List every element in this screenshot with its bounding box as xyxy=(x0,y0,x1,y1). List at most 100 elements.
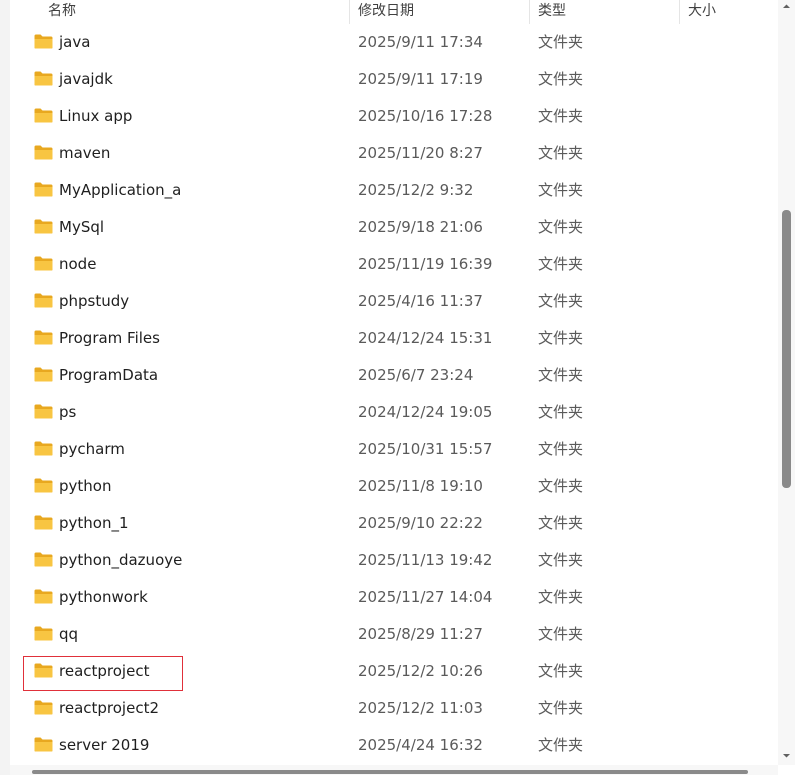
modified-date: 2025/6/7 23:24 xyxy=(358,366,474,384)
file-name[interactable]: qq xyxy=(59,616,78,653)
column-header-size[interactable]: 大小 xyxy=(688,0,716,24)
file-name[interactable]: pythonwork xyxy=(59,579,148,616)
file-name[interactable]: reactproject2 xyxy=(59,690,159,727)
file-name[interactable]: Linux app xyxy=(59,98,132,135)
file-name[interactable]: ps xyxy=(59,394,76,431)
file-name[interactable]: ProgramData xyxy=(59,357,158,394)
chevron-up-icon[interactable] xyxy=(782,2,791,11)
file-row[interactable]: pycharm 2025/10/31 15:57 文件夹 xyxy=(10,431,778,468)
file-name[interactable]: MyApplication_a xyxy=(59,172,181,209)
file-type: 文件夹 xyxy=(538,292,584,310)
vertical-scrollbar[interactable] xyxy=(778,0,795,765)
folder-icon xyxy=(34,700,53,715)
annotation-highlight-box xyxy=(23,656,183,691)
folder-icon xyxy=(34,552,53,567)
file-row[interactable]: python 2025/11/8 19:10 文件夹 xyxy=(10,468,778,505)
file-type: 文件夹 xyxy=(538,699,584,717)
column-header-name[interactable]: 名称 xyxy=(48,0,76,24)
folder-icon xyxy=(34,441,53,456)
file-type: 文件夹 xyxy=(538,70,584,88)
file-row[interactable]: python_dazuoye 2025/11/13 19:42 文件夹 xyxy=(10,542,778,579)
modified-date: 2025/11/19 16:39 xyxy=(358,255,493,273)
modified-date: 2024/12/24 19:05 xyxy=(358,403,493,421)
file-row[interactable]: maven 2025/11/20 8:27 文件夹 xyxy=(10,135,778,172)
file-row[interactable]: java 2025/9/11 17:34 文件夹 xyxy=(10,24,778,61)
file-name[interactable]: python_1 xyxy=(59,505,129,542)
folder-icon xyxy=(34,367,53,382)
file-type: 文件夹 xyxy=(538,329,584,347)
file-row[interactable]: Program Files 2024/12/24 15:31 文件夹 xyxy=(10,320,778,357)
file-row[interactable]: server 2019 2025/4/24 16:32 文件夹 xyxy=(10,727,778,764)
file-row[interactable]: ProgramData 2025/6/7 23:24 文件夹 xyxy=(10,357,778,394)
modified-date: 2025/9/10 22:22 xyxy=(358,514,483,532)
file-type: 文件夹 xyxy=(538,181,584,199)
file-row[interactable]: MySql 2025/9/18 21:06 文件夹 xyxy=(10,209,778,246)
modified-date: 2025/12/2 10:26 xyxy=(358,662,483,680)
modified-date: 2024/12/24 15:31 xyxy=(358,329,493,347)
file-name[interactable]: maven xyxy=(59,135,110,172)
modified-date: 2025/11/13 19:42 xyxy=(358,551,493,569)
file-row[interactable]: MyApplication_a 2025/12/2 9:32 文件夹 xyxy=(10,172,778,209)
file-name[interactable]: server 2019 xyxy=(59,727,149,764)
file-name[interactable]: pycharm xyxy=(59,431,125,468)
file-name[interactable]: java xyxy=(59,24,90,61)
file-type: 文件夹 xyxy=(538,403,584,421)
modified-date: 2025/9/11 17:34 xyxy=(358,33,483,51)
file-name[interactable]: javajdk xyxy=(59,61,113,98)
file-name[interactable]: phpstudy xyxy=(59,283,129,320)
file-type: 文件夹 xyxy=(538,33,584,51)
file-type: 文件夹 xyxy=(538,144,584,162)
modified-date: 2025/8/29 11:27 xyxy=(358,625,483,643)
file-name[interactable]: python xyxy=(59,468,111,505)
column-header-date[interactable]: 修改日期 xyxy=(358,0,414,24)
file-row[interactable]: pythonwork 2025/11/27 14:04 文件夹 xyxy=(10,579,778,616)
file-name[interactable]: Program Files xyxy=(59,320,160,357)
folder-icon xyxy=(34,626,53,641)
modified-date: 2025/12/2 9:32 xyxy=(358,181,474,199)
folder-icon xyxy=(34,256,53,271)
file-row[interactable]: Linux app 2025/10/16 17:28 文件夹 xyxy=(10,98,778,135)
left-gutter xyxy=(0,0,10,775)
column-divider[interactable] xyxy=(529,0,530,24)
horizontal-scroll-thumb[interactable] xyxy=(32,770,748,774)
file-row[interactable]: javajdk 2025/9/11 17:19 文件夹 xyxy=(10,61,778,98)
horizontal-scrollbar[interactable] xyxy=(10,765,778,775)
modified-date: 2025/9/18 21:06 xyxy=(358,218,483,236)
column-divider[interactable] xyxy=(679,0,680,24)
folder-icon xyxy=(34,293,53,308)
file-row[interactable]: python_1 2025/9/10 22:22 文件夹 xyxy=(10,505,778,542)
file-name[interactable]: node xyxy=(59,246,96,283)
file-type: 文件夹 xyxy=(538,514,584,532)
file-row[interactable]: ps 2024/12/24 19:05 文件夹 xyxy=(10,394,778,431)
file-explorer-window: 名称 修改日期 类型 大小 java 2025/9/11 17:34 文件夹 java… xyxy=(0,0,795,775)
modified-date: 2025/9/11 17:19 xyxy=(358,70,483,88)
file-type: 文件夹 xyxy=(538,218,584,236)
modified-date: 2025/12/2 11:03 xyxy=(358,699,483,717)
file-type: 文件夹 xyxy=(538,625,584,643)
file-type: 文件夹 xyxy=(538,366,584,384)
column-divider[interactable] xyxy=(349,0,350,24)
file-list: java 2025/9/11 17:34 文件夹 javajdk 2025/9/11 1… xyxy=(10,24,778,764)
file-type: 文件夹 xyxy=(538,440,584,458)
file-row[interactable]: qq 2025/8/29 11:27 文件夹 xyxy=(10,616,778,653)
folder-icon xyxy=(34,182,53,197)
modified-date: 2025/11/8 19:10 xyxy=(358,477,483,495)
file-name[interactable]: python_dazuoye xyxy=(59,542,182,579)
file-row[interactable]: reactproject2 2025/12/2 11:03 文件夹 xyxy=(10,690,778,727)
file-row[interactable]: phpstudy 2025/4/16 11:37 文件夹 xyxy=(10,283,778,320)
modified-date: 2025/10/16 17:28 xyxy=(358,107,493,125)
file-row[interactable]: node 2025/11/19 16:39 文件夹 xyxy=(10,246,778,283)
folder-icon xyxy=(34,737,53,752)
folder-icon xyxy=(34,219,53,234)
file-name[interactable]: MySql xyxy=(59,209,104,246)
folder-icon xyxy=(34,71,53,86)
modified-date: 2025/4/24 16:32 xyxy=(358,736,483,754)
file-type: 文件夹 xyxy=(538,255,584,273)
folder-icon xyxy=(34,478,53,493)
vertical-scroll-thumb[interactable] xyxy=(782,210,791,488)
folder-icon xyxy=(34,404,53,419)
column-header-type[interactable]: 类型 xyxy=(538,0,566,24)
file-type: 文件夹 xyxy=(538,662,584,680)
folder-icon xyxy=(34,589,53,604)
chevron-down-icon[interactable] xyxy=(782,751,791,760)
